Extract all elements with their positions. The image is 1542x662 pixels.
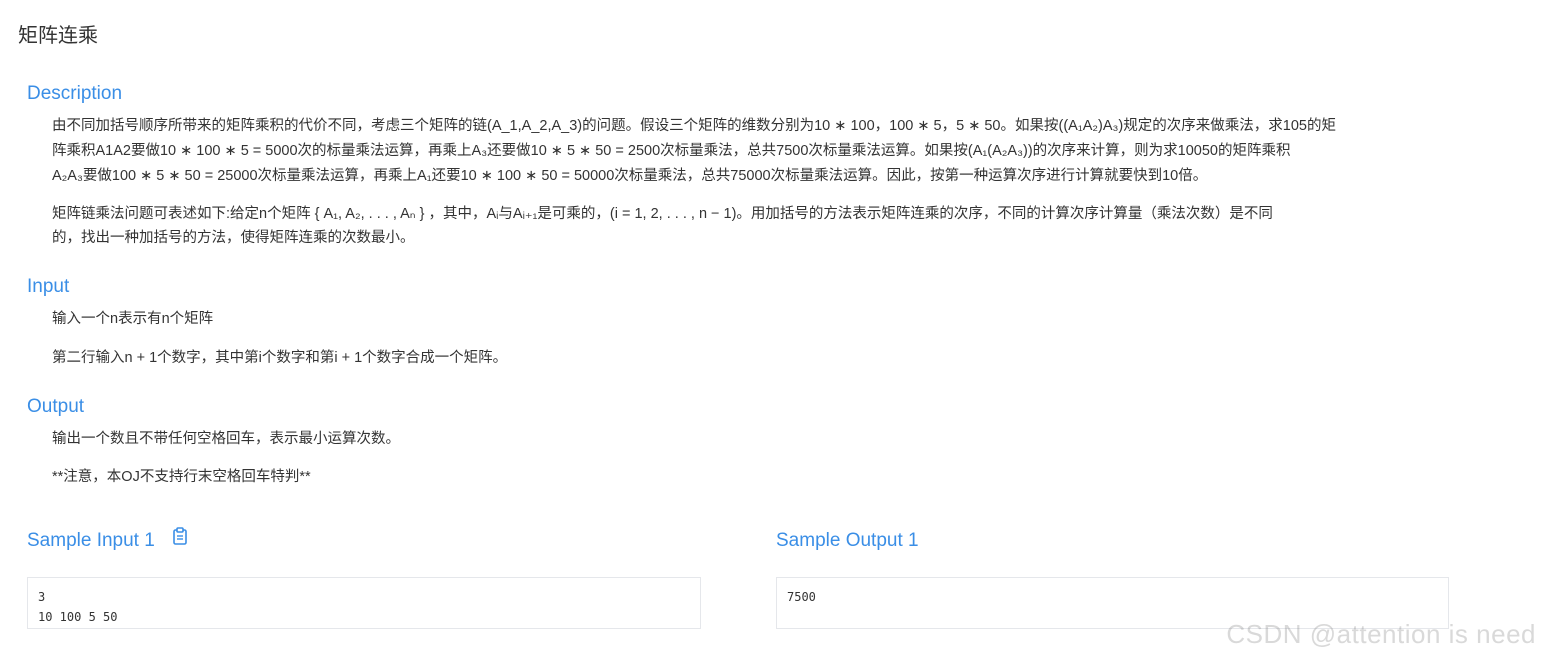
- output-paragraph-1: 输出一个数且不带任何空格回车，表示最小运算次数。: [52, 427, 1492, 451]
- description-paragraph-2: 矩阵链乘法问题可表述如下:给定n个矩阵 { A₁, A₂, . . . , Aₙ…: [52, 202, 1492, 250]
- output-heading: Output: [27, 396, 85, 417]
- output-line: **注意，本OJ不支持行末空格回车特判**: [52, 469, 311, 485]
- input-line: 输入一个n表示有n个矩阵: [52, 311, 214, 327]
- description-paragraph-1: 由不同加括号顺序所带来的矩阵乘积的代价不同，考虑三个矩阵的链(A_1,A_2,A…: [52, 114, 1492, 189]
- input-line: 第二行输入n + 1个数字，其中第i个数字和第i + 1个数字合成一个矩阵。: [52, 350, 508, 366]
- page-title: 矩阵连乘: [18, 25, 98, 47]
- input-paragraph-1: 输入一个n表示有n个矩阵: [52, 307, 1492, 331]
- input-heading: Input: [27, 276, 70, 297]
- description-line: 的，找出一种加括号的方法，使得矩阵连乘的次数最小。: [52, 230, 415, 246]
- description-line: 由不同加括号顺序所带来的矩阵乘积的代价不同，考虑三个矩阵的链(A_1,A_2,A…: [52, 118, 1336, 134]
- code-line: 7500: [787, 590, 816, 604]
- sample-input-label: Sample Input 1: [27, 530, 155, 551]
- clipboard-icon[interactable]: [172, 527, 188, 551]
- description-line: 矩阵链乘法问题可表述如下:给定n个矩阵 { A₁, A₂, . . . , Aₙ…: [52, 206, 1273, 222]
- sample-input-heading: Sample Input 1: [27, 527, 188, 552]
- input-paragraph-2: 第二行输入n + 1个数字，其中第i个数字和第i + 1个数字合成一个矩阵。: [52, 346, 1492, 370]
- sample-input-box[interactable]: 3 10 100 5 50: [27, 577, 701, 629]
- description-heading: Description: [27, 83, 123, 104]
- code-line: 3: [38, 590, 46, 604]
- watermark: CSDN @attention is need: [1226, 619, 1536, 649]
- description-line: 阵乘积A1A2要做10 ∗ 100 ∗ 5 = 5000次的标量乘法运算，再乘上…: [52, 143, 1291, 159]
- sample-output-label: Sample Output 1: [776, 530, 919, 551]
- code-line: 10 100 5 50: [38, 610, 118, 624]
- sample-output-heading: Sample Output 1: [776, 530, 919, 552]
- output-paragraph-2: **注意，本OJ不支持行末空格回车特判**: [52, 465, 1492, 489]
- output-line: 输出一个数且不带任何空格回车，表示最小运算次数。: [52, 431, 400, 447]
- description-line: A₂A₃要做100 ∗ 5 ∗ 50 = 25000次标量乘法运算，再乘上A₁还…: [52, 168, 1208, 184]
